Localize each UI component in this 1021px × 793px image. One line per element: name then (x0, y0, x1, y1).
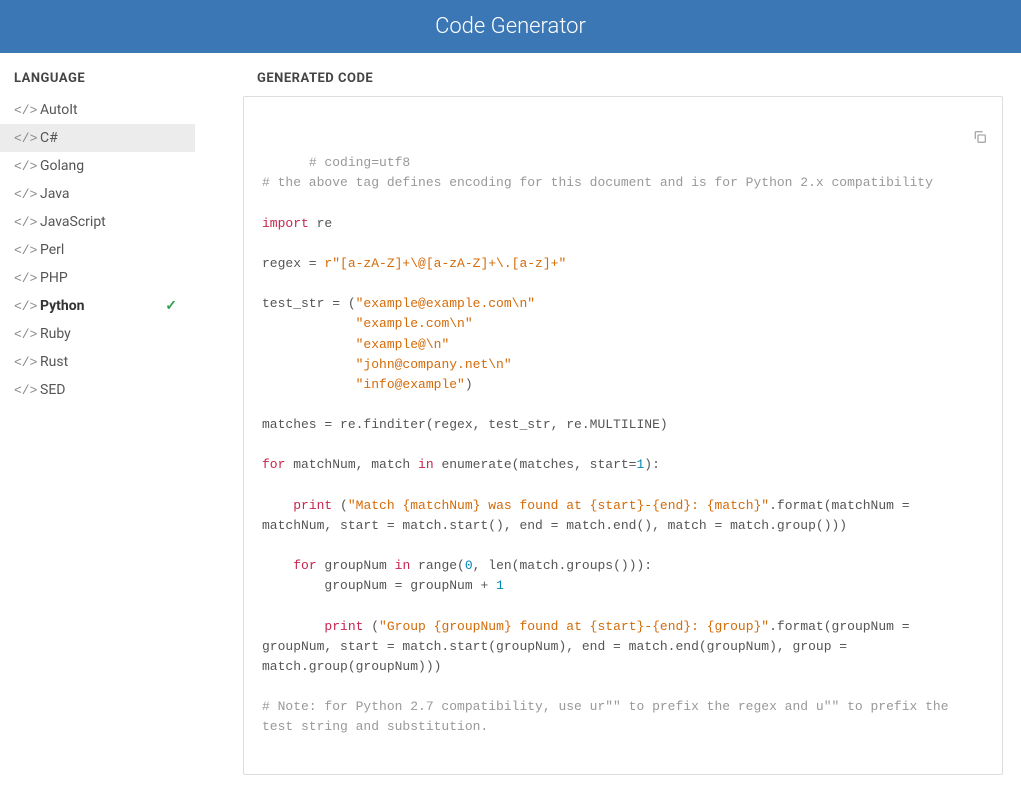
code-icon: </> (14, 159, 32, 174)
copy-icon[interactable] (910, 109, 988, 172)
language-label: Perl (40, 242, 181, 258)
language-item-python[interactable]: </> Python✓ (0, 292, 195, 320)
language-item-golang[interactable]: </> Golang (0, 152, 195, 180)
language-label: Python (40, 298, 165, 314)
language-item-autoit[interactable]: </> AutoIt (0, 96, 195, 124)
language-label: Golang (40, 158, 181, 174)
code-content: # coding=utf8 # the above tag defines en… (262, 155, 956, 734)
main-panel: GENERATED CODE # coding=utf8 # the above… (195, 53, 1021, 793)
code-icon: </> (14, 243, 32, 258)
main-section-title: GENERATED CODE (243, 63, 1003, 96)
code-icon: </> (14, 215, 32, 230)
language-item-ruby[interactable]: </> Ruby (0, 320, 195, 348)
language-list: </> AutoIt </> C# </> Golang </> Java </> JavaScr… (0, 96, 195, 404)
language-item-javascript[interactable]: </> JavaScript (0, 208, 195, 236)
language-item-java[interactable]: </> Java (0, 180, 195, 208)
code-icon: </> (14, 271, 32, 286)
code-icon: </> (14, 187, 32, 202)
main-container: LANGUAGE </>AutoIt</>C#</>Golang</>Java<… (0, 53, 1021, 793)
code-icon: </> (14, 327, 32, 342)
language-label: PHP (40, 270, 181, 286)
sidebar-section-title: LANGUAGE (0, 63, 195, 96)
code-icon: </> (14, 383, 32, 398)
language-label: Ruby (40, 326, 181, 342)
language-item-php[interactable]: </> PHP (0, 264, 195, 292)
language-label: SED (40, 382, 181, 398)
language-item-rust[interactable]: </> Rust (0, 348, 195, 376)
app-header: Code Generator (0, 0, 1021, 53)
language-item-sed[interactable]: </> SED (0, 376, 195, 404)
code-icon: </> (14, 355, 32, 370)
language-sidebar: LANGUAGE </>AutoIt</>C#</>Golang</>Java<… (0, 53, 195, 793)
language-label: C# (40, 130, 181, 146)
language-item-perl[interactable]: </> Perl (0, 236, 195, 264)
language-item-c[interactable]: </> C# (0, 124, 195, 152)
code-icon: </> (14, 299, 32, 314)
language-label: Java (40, 186, 181, 202)
code-icon: </> (14, 103, 32, 118)
language-label: AutoIt (40, 102, 181, 118)
code-icon: </> (14, 131, 32, 146)
check-icon: ✓ (165, 298, 177, 314)
app-title: Code Generator (435, 14, 586, 39)
language-label: Rust (40, 354, 181, 370)
generated-code-box: # coding=utf8 # the above tag defines en… (243, 96, 1003, 775)
language-label: JavaScript (40, 214, 181, 230)
